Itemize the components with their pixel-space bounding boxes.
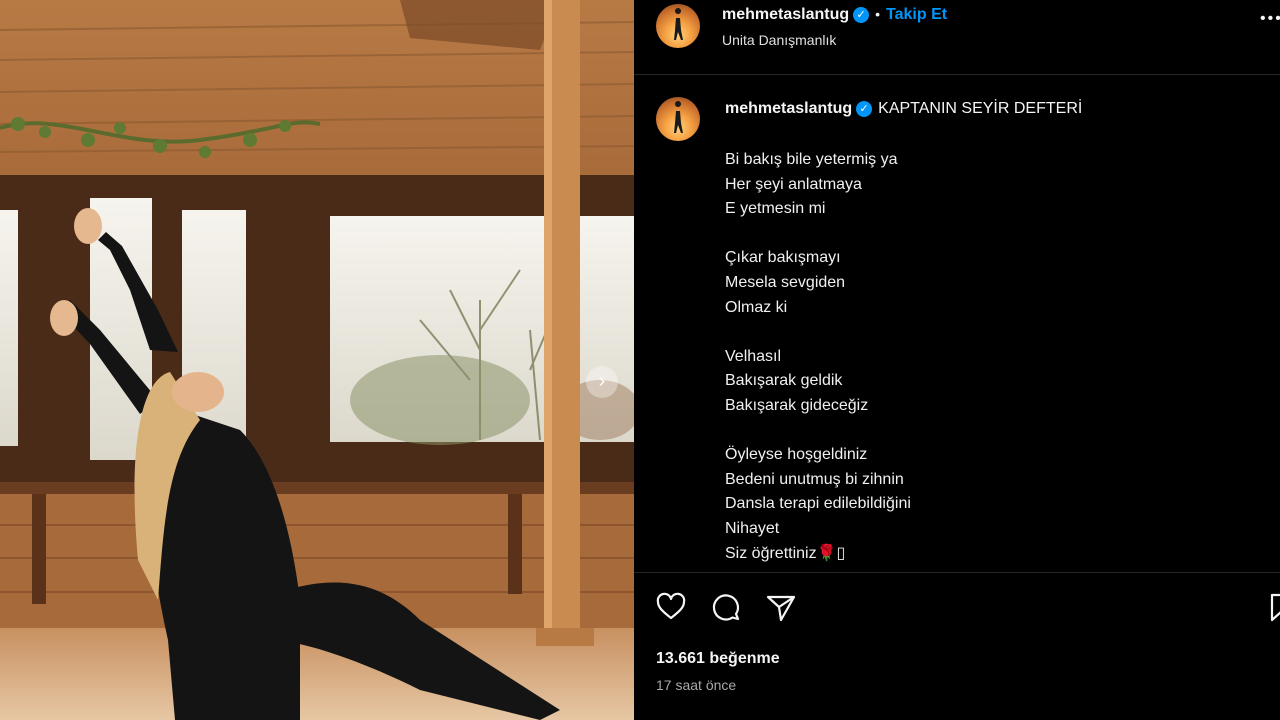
caption-body: Bi bakış bile yetermiş ya Her şeyi anlat… [725, 148, 911, 566]
comment-icon[interactable] [709, 590, 743, 624]
yoga-photo-illustration [0, 0, 634, 720]
likes-count[interactable]: 13.661 beğenme [656, 650, 780, 668]
caption-line: Her şeyi anlatmaya [725, 175, 862, 193]
caption-line: Siz öğrettiniz🌹▯ [725, 544, 846, 562]
more-options-icon[interactable]: ••• [1260, 10, 1280, 28]
heart-icon[interactable] [654, 590, 688, 624]
caption-line: Bakışarak gideceğiz [725, 396, 869, 414]
avatar[interactable] [656, 4, 700, 48]
separator-dot: • [875, 6, 881, 22]
caption-line: Bakışarak geldik [725, 372, 843, 390]
caption-stanza: Çıkar bakışmayı Mesela sevgiden Olmaz ki [725, 246, 911, 320]
verified-badge-icon: ✓ [853, 7, 870, 23]
caption-line: Çıkar bakışmayı [725, 249, 841, 267]
caption-line: Bedeni unutmuş bi zihnin [725, 470, 904, 488]
carousel-next-button[interactable]: › [586, 366, 618, 398]
caption-stanza: Velhasıl Bakışarak geldik Bakışarak gide… [725, 345, 911, 419]
avatar-silhouette-icon [674, 101, 683, 133]
avatar-silhouette-icon [674, 8, 683, 40]
caption-line: Öyleyse hoşgeldiniz [725, 446, 868, 464]
caption-stanza: Bi bakış bile yetermiş ya Her şeyi anlat… [725, 148, 911, 222]
header-username[interactable]: mehmetaslantug [722, 6, 849, 23]
caption-title: KAPTANIN SEYİR DEFTERİ [878, 100, 1083, 117]
post-header: mehmetaslantug ✓ • Takip Et Unita Danışmanl… [634, 0, 1280, 75]
caption-line: Dansla terapi edilebildiğini [725, 495, 911, 513]
caption-line: Nihayet [725, 519, 780, 537]
caption-header: mehmetaslantug ✓ KAPTANIN SEYİR DEFTERİ [725, 100, 1082, 118]
location-link[interactable]: Unita Danışmanlık [722, 32, 836, 48]
caption-stanza: Öyleyse hoşgeldiniz Bedeni unutmuş bi zi… [725, 443, 911, 566]
caption-line: Velhasıl [725, 347, 782, 365]
caption-avatar[interactable] [656, 97, 700, 141]
caption-line: Mesela sevgiden [725, 273, 846, 291]
verified-badge-icon: ✓ [856, 101, 873, 117]
actions-divider [634, 572, 1280, 573]
post-timestamp: 17 saat önce [656, 677, 737, 693]
caption-line: E yetmesin mi [725, 200, 826, 218]
bookmark-icon[interactable] [1264, 590, 1280, 624]
header-user-line: mehmetaslantug ✓ • Takip Et [722, 6, 947, 24]
caption-username[interactable]: mehmetaslantug [725, 100, 852, 117]
caption-line: Olmaz ki [725, 298, 788, 316]
chevron-right-icon: › [598, 370, 606, 392]
send-icon[interactable] [764, 590, 798, 624]
post-photo[interactable]: › [0, 0, 634, 720]
post-side-panel: mehmetaslantug ✓ • Takip Et Unita Danışmanl… [634, 0, 1280, 720]
follow-button[interactable]: Takip Et [886, 6, 947, 23]
caption-line: Bi bakış bile yetermiş ya [725, 151, 898, 168]
